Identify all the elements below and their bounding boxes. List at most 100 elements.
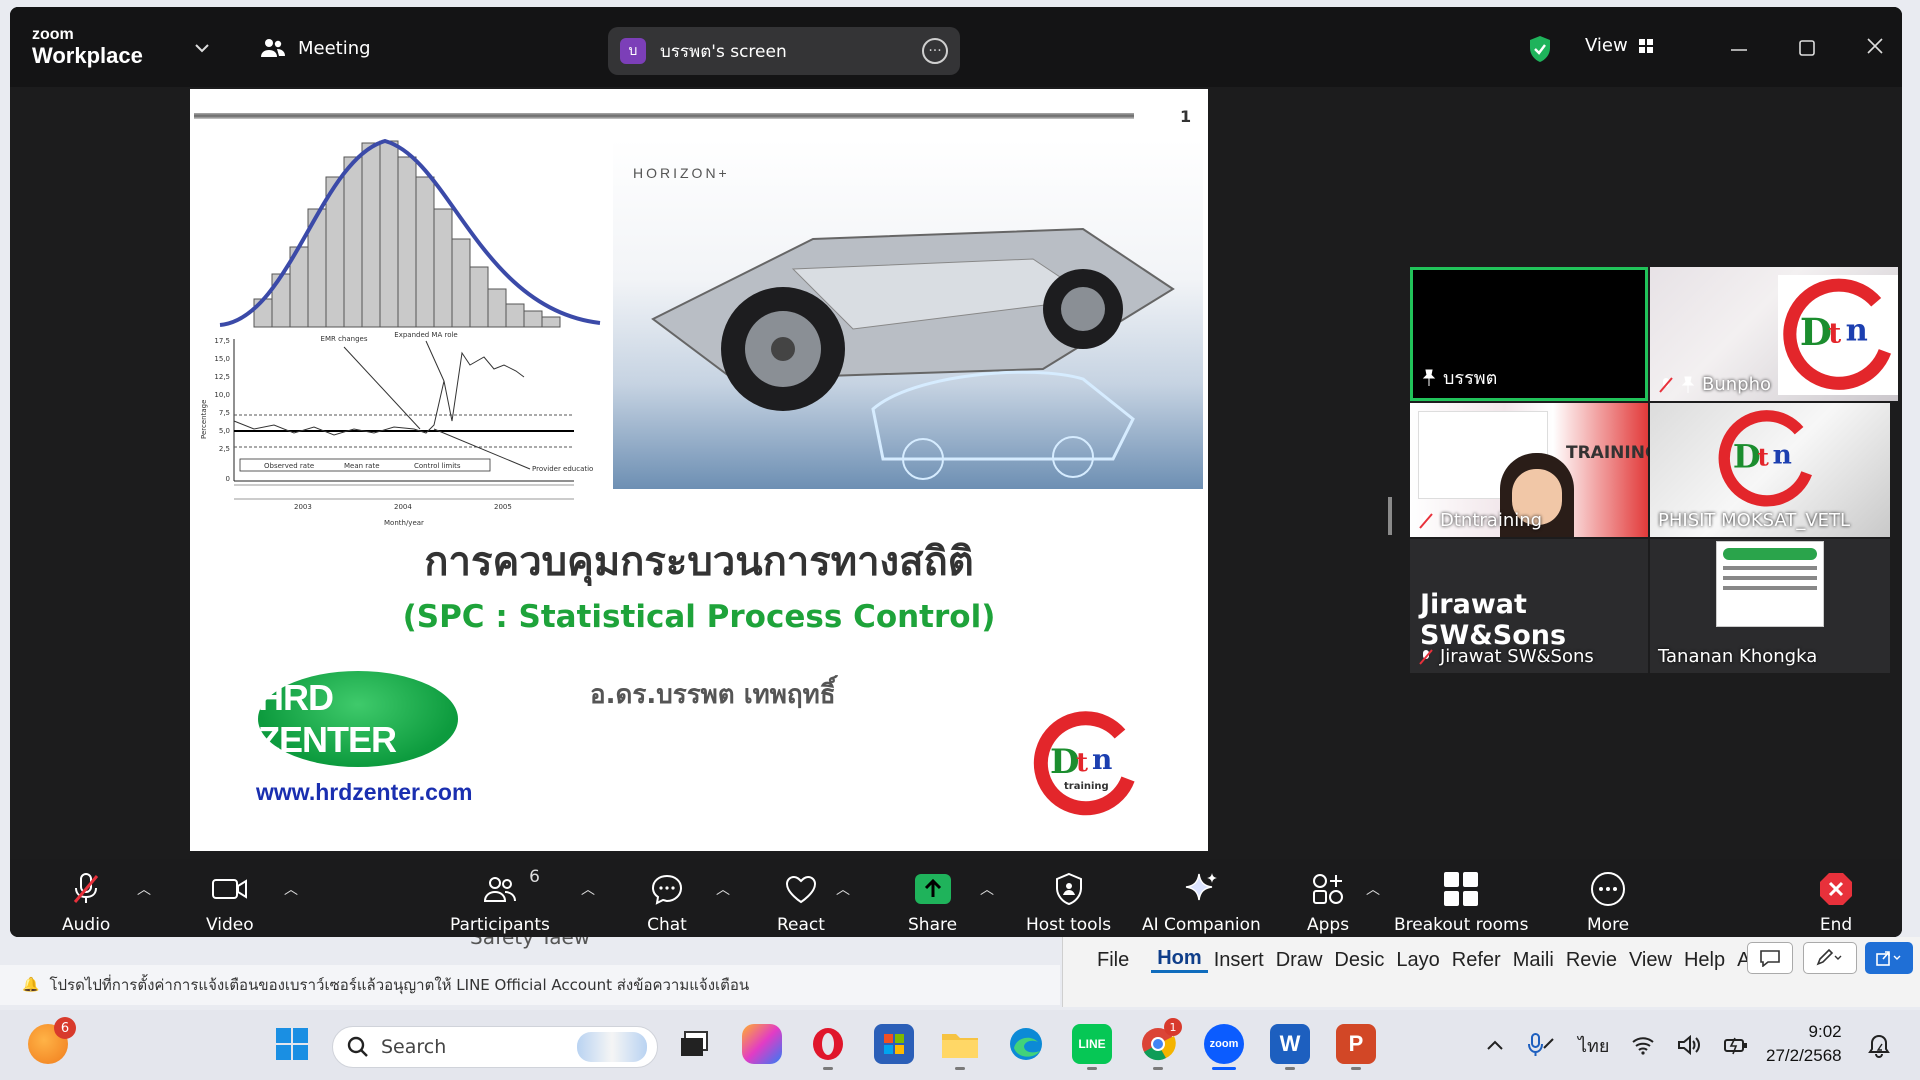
- windows-start-icon[interactable]: [272, 1024, 312, 1064]
- copilot-icon[interactable]: [742, 1024, 782, 1064]
- edge-icon[interactable]: [1006, 1024, 1046, 1064]
- apps-label: Apps: [1307, 915, 1350, 935]
- encryption-shield-icon[interactable]: [1528, 35, 1552, 67]
- chart-ylabel: Percentage: [200, 400, 208, 439]
- meeting-tab[interactable]: Meeting: [260, 37, 371, 59]
- video-tile-dtntraining[interactable]: TRAINING Dtntraining: [1410, 403, 1648, 537]
- end-meeting-button[interactable]: End: [1816, 871, 1856, 935]
- participants-icon: 6: [480, 867, 540, 907]
- windows-taskbar: 6 Search LINE 1 zoom W P ไทย 9:02 27/2/2…: [0, 1010, 1920, 1080]
- minimize-icon[interactable]: [1728, 39, 1750, 61]
- video-tile-tananan[interactable]: Tananan Khongka: [1650, 539, 1890, 673]
- close-icon[interactable]: [1864, 35, 1886, 57]
- notification-text: โปรดไปที่การตั้งค่าการแจ้งเตือนของเบราว์…: [49, 976, 750, 994]
- audio-options-caret[interactable]: ︿: [137, 879, 151, 899]
- chevron-up-icon[interactable]: [1486, 1039, 1504, 1051]
- share-doc-icon[interactable]: [1865, 942, 1913, 974]
- participants-options-caret[interactable]: ︿: [581, 879, 595, 899]
- word-tab-references[interactable]: Refer: [1446, 949, 1507, 972]
- slide-header-rule: [194, 113, 1134, 119]
- host-tools-button[interactable]: Host tools: [1026, 871, 1111, 935]
- mic-muted-icon: [1659, 376, 1673, 393]
- chart-legend-mean: Mean rate: [344, 462, 380, 470]
- chart-year-2005: 2005: [494, 503, 512, 511]
- video-tile-phisit[interactable]: D t n PHISIT MOKSAT_VETL: [1650, 403, 1890, 537]
- word-tab-mailings[interactable]: Maili: [1507, 949, 1560, 972]
- chat-label: Chat: [647, 915, 687, 935]
- zoom-app-icon[interactable]: zoom: [1204, 1024, 1244, 1064]
- word-tab-layout[interactable]: Layo: [1390, 949, 1445, 972]
- apps-icon: [1308, 871, 1348, 907]
- notification-bell-icon[interactable]: [1868, 1034, 1890, 1058]
- line-notification-banner[interactable]: 🔔 โปรดไปที่การตั้งค่าการแจ้งเตือนของเบรา…: [0, 965, 1060, 1005]
- running-indicator: [1351, 1067, 1361, 1070]
- slide-author: อ.ดร.บรรพต เทพฤทธิ์: [590, 680, 836, 710]
- video-button[interactable]: Video: [206, 871, 254, 935]
- tile-name-label: Tananan Khongka: [1658, 646, 1818, 667]
- comment-icon[interactable]: [1747, 942, 1793, 974]
- volume-icon[interactable]: [1677, 1035, 1701, 1055]
- more-options-icon[interactable]: ···: [922, 38, 948, 64]
- screen-share-indicator[interactable]: บ บรรพต's screen ···: [608, 27, 960, 75]
- training-label: TRAINING: [1566, 443, 1648, 463]
- view-label: View: [1585, 35, 1628, 56]
- breakout-rooms-button[interactable]: Breakout rooms: [1394, 871, 1528, 935]
- maximize-icon[interactable]: [1796, 37, 1818, 59]
- histogram-bell-curve-image: [219, 139, 601, 328]
- word-tab-home[interactable]: Hom: [1151, 947, 1208, 973]
- view-button[interactable]: View: [1585, 35, 1654, 56]
- taskbar-clock[interactable]: 9:02 27/2/2568: [1766, 1020, 1842, 1068]
- dtn-logo-text: training: [1064, 781, 1109, 792]
- tile-name-label: บรรพต: [1443, 368, 1498, 389]
- panel-resize-handle[interactable]: [1388, 497, 1392, 535]
- chat-options-caret[interactable]: ︿: [716, 879, 730, 899]
- word-tab-help[interactable]: Help: [1678, 949, 1731, 972]
- apps-options-caret[interactable]: ︿: [1366, 879, 1380, 899]
- mic-muted-icon: [66, 871, 106, 907]
- dtn-training-logo: D t n: [1718, 410, 1812, 507]
- editing-icon[interactable]: [1803, 942, 1857, 974]
- video-tile-host[interactable]: บรรพต: [1410, 267, 1648, 401]
- share-screen-icon: [913, 871, 953, 907]
- line-app-icon[interactable]: LINE: [1072, 1024, 1112, 1064]
- battery-icon[interactable]: [1723, 1035, 1749, 1055]
- chat-button[interactable]: Chat: [647, 871, 687, 935]
- share-options-caret[interactable]: ︿: [980, 879, 994, 899]
- ai-companion-button[interactable]: AI Companion: [1142, 871, 1261, 935]
- wifi-icon[interactable]: [1631, 1035, 1655, 1055]
- share-button[interactable]: Share: [908, 871, 957, 935]
- word-tab-file[interactable]: File: [1091, 949, 1135, 972]
- word-tab-design[interactable]: Desic: [1328, 949, 1390, 972]
- slide-subtitle: (SPC : Statistical Process Control): [402, 599, 996, 635]
- more-icon: [1588, 871, 1628, 907]
- react-button[interactable]: React: [777, 871, 825, 935]
- video-tile-jirawat[interactable]: Jirawat SW&Sons Jirawat SW&Sons: [1410, 539, 1648, 673]
- video-options-caret[interactable]: ︿: [284, 879, 298, 899]
- clock-time: 9:02: [1808, 1022, 1842, 1041]
- chevron-down-icon[interactable]: [195, 37, 209, 58]
- chart-ytick-7: 2,5: [219, 445, 230, 453]
- audio-label: Audio: [62, 915, 111, 935]
- tile-name: บรรพต: [1421, 363, 1497, 392]
- powerpoint-icon[interactable]: P: [1336, 1024, 1376, 1064]
- word-tab-review[interactable]: Revie: [1560, 949, 1623, 972]
- audio-button[interactable]: Audio: [62, 871, 110, 935]
- microsoft-store-icon[interactable]: [874, 1024, 914, 1064]
- taskbar-search-box[interactable]: Search: [332, 1026, 658, 1068]
- word-tab-view[interactable]: View: [1623, 949, 1678, 972]
- ai-companion-label: AI Companion: [1142, 915, 1261, 935]
- chart-legend-limits: Control limits: [414, 462, 461, 470]
- participants-button[interactable]: 6 Participants: [450, 867, 550, 935]
- running-indicator: [1153, 1067, 1163, 1070]
- word-tab-insert[interactable]: Insert: [1208, 949, 1270, 972]
- voice-typing-icon[interactable]: [1526, 1032, 1556, 1058]
- react-options-caret[interactable]: ︿: [836, 879, 850, 899]
- file-explorer-icon[interactable]: [940, 1024, 980, 1064]
- opera-icon[interactable]: [808, 1024, 848, 1064]
- word-tab-draw[interactable]: Draw: [1270, 949, 1329, 972]
- more-button[interactable]: More: [1587, 871, 1629, 935]
- task-view-icon[interactable]: [674, 1024, 714, 1064]
- word-icon[interactable]: W: [1270, 1024, 1310, 1064]
- input-language[interactable]: ไทย: [1578, 1031, 1609, 1060]
- apps-button[interactable]: Apps: [1307, 871, 1349, 935]
